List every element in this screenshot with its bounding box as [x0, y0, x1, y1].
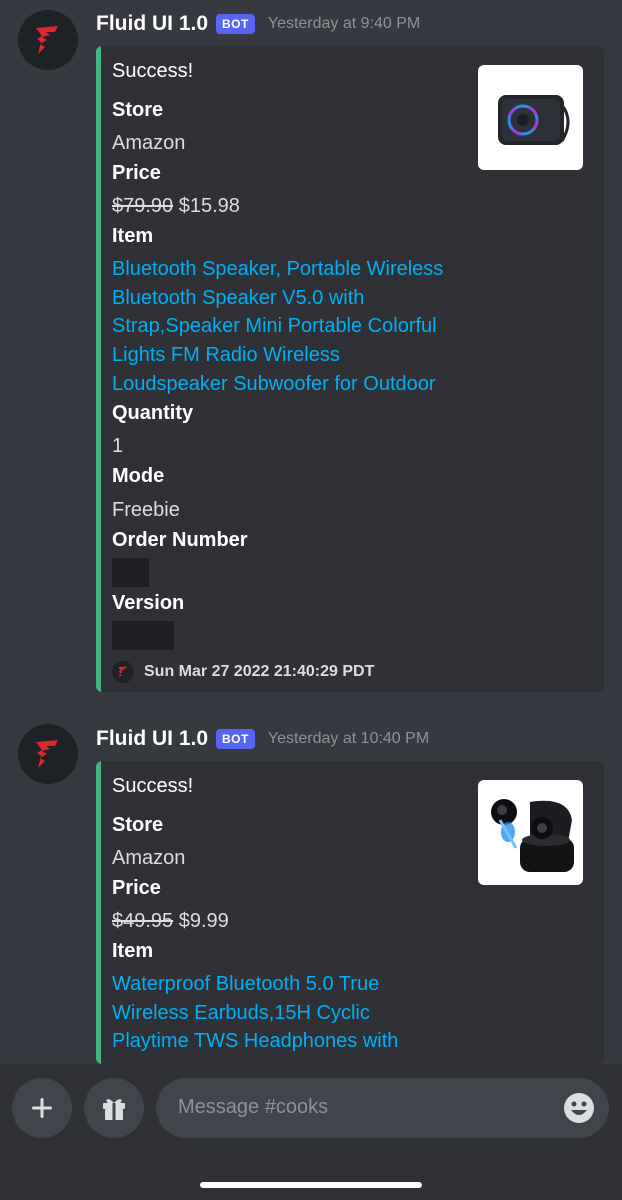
embed-accent-bar	[96, 761, 101, 1064]
plus-icon	[32, 1098, 52, 1118]
field-value-price: $79.90 $15.98	[112, 195, 240, 218]
field-value-store: Amazon	[112, 847, 186, 869]
message-timestamp: Yesterday at 10:40 PM	[267, 730, 430, 747]
field-name-price: Price	[112, 162, 161, 184]
message-input-placeholder: Message #cooks	[178, 1096, 329, 1118]
embed-accent-bar	[96, 46, 101, 692]
field-name-store: Store	[112, 814, 164, 836]
fluid-logo-icon	[36, 26, 58, 54]
field-value-mode: Freebie	[112, 499, 180, 521]
footer-timestamp: Sun Mar 27 2022 21:40:29 PDT	[144, 663, 375, 680]
original-price: $49.95	[112, 910, 174, 932]
order-embed: Success! Store Amazon Price $79.90 $15.9…	[96, 46, 604, 692]
sale-price: $9.99	[178, 910, 229, 932]
bot-badge: BOT	[216, 729, 255, 749]
bot-avatar[interactable]	[18, 724, 78, 784]
message-header: Fluid UI 1.0 BOT Yesterday at 10:40 PM	[96, 727, 429, 751]
redacted-version	[112, 621, 174, 650]
field-name-item: Item	[112, 940, 154, 962]
bluetooth-speaker-image	[498, 95, 570, 145]
original-price: $79.90	[112, 195, 174, 217]
redacted-order-number	[112, 558, 149, 587]
item-link-line[interactable]: Wireless Earbuds,15H Cyclic	[112, 999, 477, 1028]
gift-icon	[103, 1099, 125, 1120]
field-name-store: Store	[112, 99, 164, 121]
add-attachment-button[interactable]	[12, 1078, 72, 1138]
item-link-line[interactable]: Waterproof Bluetooth 5.0 True	[112, 970, 477, 999]
field-name-version: Version	[112, 592, 185, 614]
item-link-line[interactable]: Loudspeaker Subwoofer for Outdoor	[112, 370, 477, 399]
bot-avatar[interactable]	[18, 10, 78, 70]
item-link-line[interactable]: Bluetooth Speaker, Portable Wireless	[112, 255, 477, 284]
emoji-icon[interactable]	[563, 1092, 595, 1124]
home-indicator[interactable]	[200, 1182, 422, 1188]
field-name-mode: Mode	[112, 465, 165, 487]
author-name[interactable]: Fluid UI 1.0	[96, 727, 208, 751]
bot-badge: BOT	[216, 14, 255, 34]
item-link[interactable]: Waterproof Bluetooth 5.0 True Wireless E…	[112, 970, 477, 1056]
wireless-earbuds-image	[491, 799, 574, 872]
item-link[interactable]: Bluetooth Speaker, Portable Wireless Blu…	[112, 255, 477, 399]
footer-logo-icon	[112, 661, 134, 683]
item-link-line[interactable]: Playtime TWS Headphones with	[112, 1027, 477, 1056]
embed-title: Success!	[112, 775, 194, 797]
message-timestamp: Yesterday at 9:40 PM	[267, 15, 421, 32]
message-input[interactable]: Message #cooks	[156, 1078, 609, 1138]
field-name-quantity: Quantity	[112, 402, 194, 424]
item-link-line[interactable]: Strap,Speaker Mini Portable Colorful	[112, 312, 477, 341]
order-embed: Success! Store Amazon Price $49.95 $9.99…	[96, 761, 604, 1064]
item-link-line[interactable]: Bluetooth Speaker V5.0 with	[112, 284, 477, 313]
embed-title: Success!	[112, 60, 194, 82]
embed-footer: Sun Mar 27 2022 21:40:29 PDT	[112, 661, 374, 683]
item-link-line[interactable]: Lights FM Radio Wireless	[112, 341, 477, 370]
field-name-item: Item	[112, 225, 154, 247]
field-value-price: $49.95 $9.99	[112, 910, 229, 933]
product-thumbnail[interactable]	[478, 780, 583, 885]
sale-price: $15.98	[178, 195, 240, 217]
gift-nitro-button[interactable]	[84, 1078, 144, 1138]
field-name-price: Price	[112, 877, 161, 899]
message-header: Fluid UI 1.0 BOT Yesterday at 9:40 PM	[96, 12, 420, 36]
fluid-logo-icon	[36, 740, 58, 768]
field-name-order-number: Order Number	[112, 529, 248, 551]
author-name[interactable]: Fluid UI 1.0	[96, 12, 208, 36]
product-thumbnail[interactable]	[478, 65, 583, 170]
field-value-store: Amazon	[112, 132, 186, 154]
field-value-quantity: 1	[112, 435, 124, 457]
